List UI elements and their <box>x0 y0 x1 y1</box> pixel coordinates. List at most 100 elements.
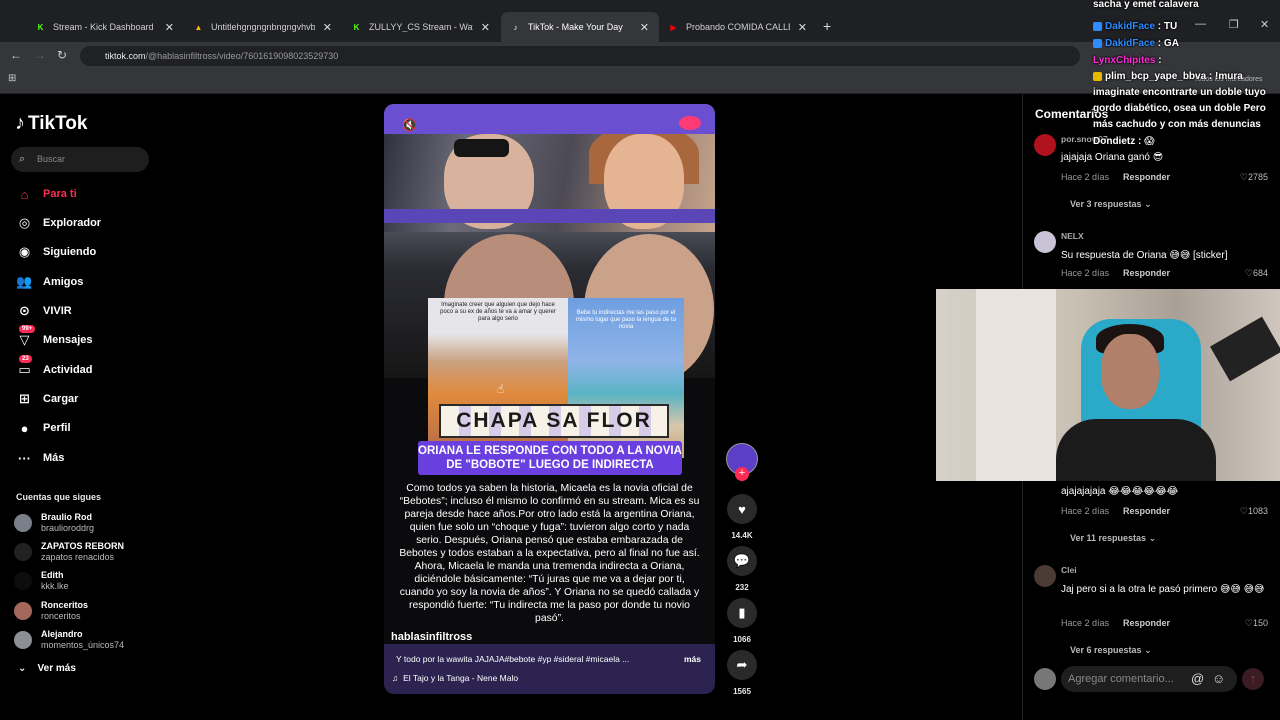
video-author[interactable]: hablasinfiltross <box>391 631 472 643</box>
comment-like[interactable]: ♡1083 <box>1240 506 1268 517</box>
badge-icon <box>1093 21 1102 31</box>
sunglasses <box>454 139 509 157</box>
following-account[interactable]: ZAPATOS REBORN zapatos renacidos <box>14 541 124 563</box>
browser-tab-zullyy[interactable]: KZULLYY_CS Stream - Watch Live✕ <box>342 12 500 42</box>
avatar <box>1034 668 1056 690</box>
comment-icon: 💬 <box>727 546 757 576</box>
nav-explore[interactable]: ◎ Explorador <box>16 212 101 234</box>
see-more-following[interactable]: ⌄ Ver más <box>18 663 76 674</box>
reload-icon[interactable]: ↻ <box>57 48 67 62</box>
avatar[interactable] <box>1034 231 1056 253</box>
video-music[interactable]: ♫ El Tajo y la Tanga - Nene Malo <box>392 673 518 683</box>
description-more[interactable]: más <box>684 654 701 664</box>
video-description: Y todo por la wawita JAJAJA#bebote #yp #… <box>396 654 630 664</box>
back-icon[interactable]: ← <box>10 48 22 62</box>
browser-tab-drive[interactable]: ▲Untitlehgngngnbngngvhvb d.jp✕ <box>184 12 342 42</box>
activity-badge: 23 <box>19 354 32 363</box>
comment-button[interactable]: 💬 232 <box>727 546 757 592</box>
heart-outline-icon: ♡ <box>1239 506 1248 516</box>
chat-message: Dondietz : 😱 <box>1093 136 1155 147</box>
nav-messages[interactable]: ▽ 99+ Mensajes <box>16 324 93 351</box>
heart-outline-icon: ♡ <box>1239 172 1248 182</box>
reply-button[interactable]: Responder <box>1123 506 1170 516</box>
search-icon: ⌕ <box>19 153 26 165</box>
collage-text-left: Imaginate creer que alguien que dejo hac… <box>440 302 556 322</box>
comment-like[interactable]: ♡684 <box>1245 268 1268 279</box>
close-icon[interactable]: ✕ <box>640 21 649 34</box>
apps-grid-icon[interactable]: ⊞ <box>8 73 16 84</box>
browser-tab-kick-dashboard[interactable]: K Stream - Kick Dashboard ✕ <box>26 12 184 42</box>
share-button[interactable]: ➦ 1565 <box>727 650 757 696</box>
tiktok-logo[interactable]: ♪ TikTok <box>15 112 87 135</box>
collage-text-right: Bebe tu indirectas me las paso por el mi… <box>575 310 677 330</box>
chat-message: sacha y emet calavera <box>1093 0 1199 10</box>
reply-button[interactable]: Responder <box>1123 172 1170 182</box>
following-section-title: Cuentas que sigues <box>16 492 102 502</box>
nav-friends[interactable]: 👥 Amigos <box>16 271 83 293</box>
torn-paper-strip <box>384 104 715 134</box>
browser-tab-youtube[interactable]: ▶Probando COMIDA CALLEJERA✕ <box>659 12 817 42</box>
emoji-icon[interactable]: ☺ <box>1212 666 1225 692</box>
webcam-background <box>976 289 1056 481</box>
music-note-icon: ♫ <box>392 673 399 683</box>
search-input[interactable]: ⌕ Buscar <box>11 147 149 172</box>
nav-live[interactable]: ⊙ VIVIR <box>16 300 72 322</box>
video-player[interactable]: 🔇 Imaginate creer que alguien que dejo h… <box>384 104 715 694</box>
kick-icon: K <box>353 22 360 32</box>
tiktok-icon: ♪ <box>513 22 518 32</box>
compass-icon: ◎ <box>18 215 31 230</box>
view-replies[interactable]: Ver 6 respuestas ⌄ <box>1070 645 1152 656</box>
chat-message: plim_bcp_yape_bbva : !mura imaginate enc… <box>1093 71 1266 130</box>
comment-input[interactable]: Agregar comentario... @ ☺ <box>1061 666 1237 692</box>
avatar[interactable] <box>1034 134 1056 156</box>
following-account[interactable]: Alejandro momentos_únicos74 <box>14 629 124 651</box>
mute-icon[interactable]: 🔇 <box>402 118 417 132</box>
upload-icon: ⊞ <box>19 391 30 406</box>
following-account[interactable]: Ronceritos ronceritos <box>14 600 88 622</box>
close-icon[interactable]: ✕ <box>798 21 807 34</box>
streamer-body <box>1056 419 1216 481</box>
nav-following[interactable]: ◉ Siguiendo <box>16 241 96 263</box>
view-replies[interactable]: Ver 11 respuestas ⌄ <box>1070 533 1156 544</box>
sticker-title: CHAPA SA FLOR <box>439 404 669 438</box>
comment-like[interactable]: ♡150 <box>1245 618 1268 629</box>
reply-button[interactable]: Responder <box>1123 268 1170 278</box>
avatar <box>14 631 32 649</box>
close-icon[interactable]: ✕ <box>481 21 490 34</box>
like-button[interactable]: ♥ 14.4K <box>727 494 757 540</box>
nav-upload[interactable]: ⊞ Cargar <box>16 388 78 410</box>
reply-button[interactable]: Responder <box>1123 618 1170 628</box>
home-icon: ⌂ <box>20 186 29 202</box>
nav-for-you[interactable]: ⌂ Para ti <box>16 183 77 205</box>
mention-icon[interactable]: @ <box>1191 666 1204 692</box>
following-icon: ◉ <box>18 244 31 259</box>
close-icon[interactable]: ✕ <box>323 21 332 34</box>
following-account[interactable]: Edith kkk.lke <box>14 570 69 592</box>
nav-profile[interactable]: ● Perfil <box>16 417 71 439</box>
comment-item: NELX Su respuesta de Oriana 😅😅 [sticker]… <box>1034 231 1274 281</box>
avatar[interactable] <box>1034 565 1056 587</box>
following-account[interactable]: Braulio Rod braulioroddrg <box>14 512 94 534</box>
new-tab-icon[interactable]: + <box>823 18 831 34</box>
url-field[interactable]: tiktok.com/@hablasinfiltross/video/76016… <box>80 46 1080 66</box>
microphone <box>1210 316 1280 382</box>
close-icon[interactable]: ✕ <box>165 21 174 34</box>
stream-chat-overlay: sacha y emet calavera DakidFace : TU Dak… <box>1093 0 1280 150</box>
avatar <box>14 602 32 620</box>
tiktok-icon: ♪ <box>15 112 25 134</box>
forward-icon[interactable]: → <box>34 48 46 62</box>
send-comment-button[interactable]: ↑ <box>1242 668 1264 690</box>
heart-outline-icon: ♡ <box>1244 618 1253 628</box>
bookmark-icon: ▮ <box>727 598 757 628</box>
follow-plus-icon[interactable]: + <box>735 467 749 481</box>
kick-icon: K <box>37 22 44 32</box>
messages-badge: 99+ <box>19 324 36 333</box>
save-button[interactable]: ▮ 1066 <box>727 598 757 644</box>
browser-tab-tiktok[interactable]: ♪ TikTok - Make Your Day ✕ <box>501 12 659 42</box>
nav-activity[interactable]: ▭ 23 Actividad <box>16 354 93 381</box>
view-replies[interactable]: Ver 3 respuestas ⌄ <box>1070 199 1152 210</box>
share-icon: ➦ <box>727 650 757 680</box>
webcam-overlay <box>936 289 1280 481</box>
comment-like[interactable]: ♡2785 <box>1240 172 1268 183</box>
nav-more[interactable]: ··· Más <box>16 447 64 469</box>
